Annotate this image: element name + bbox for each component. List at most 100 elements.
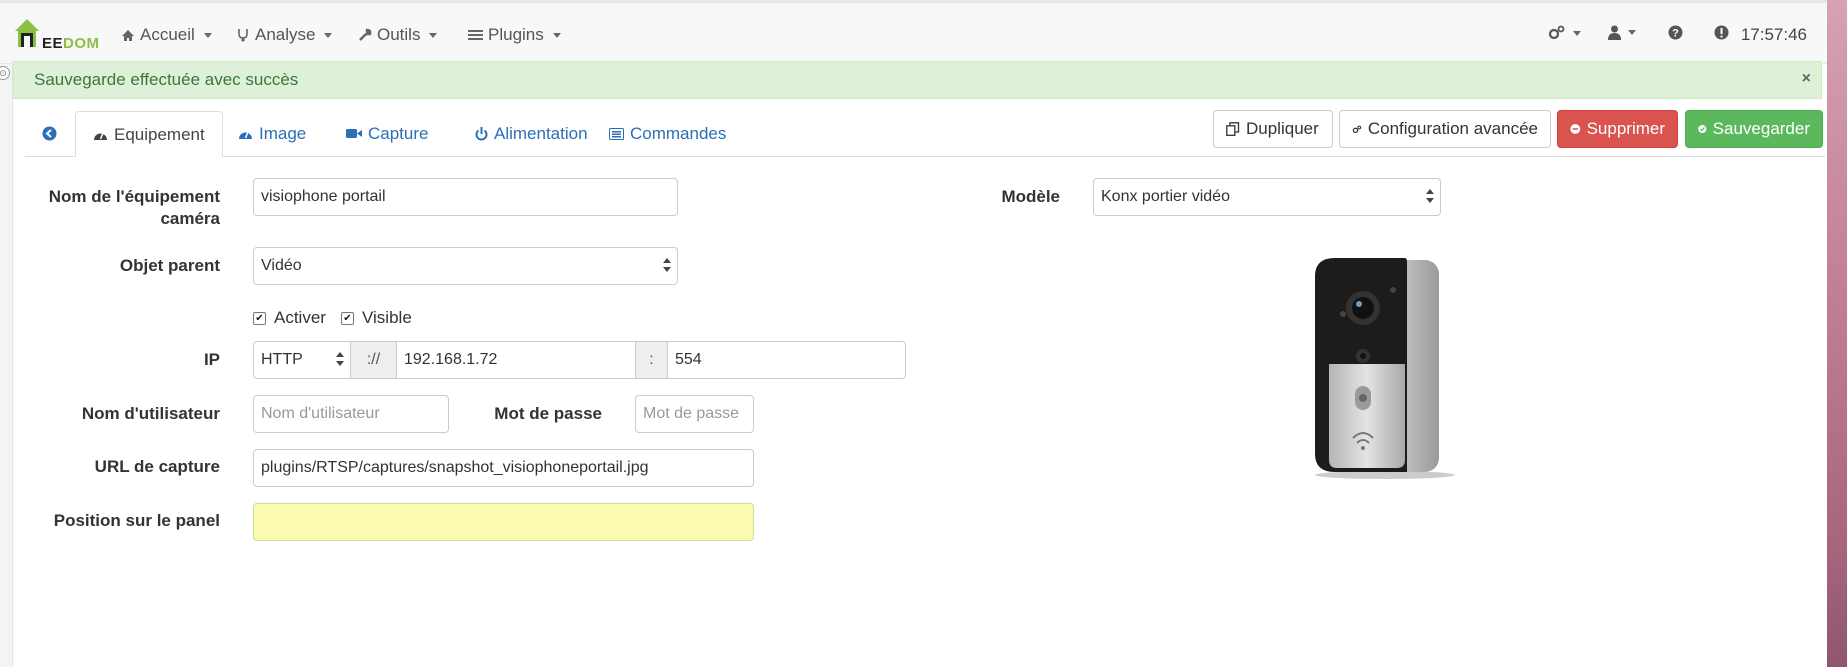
- parent-object-label: Objet parent: [119, 256, 220, 275]
- gears-icon: [1548, 25, 1565, 40]
- close-icon[interactable]: ×: [1802, 70, 1811, 88]
- svg-text:?: ?: [1672, 28, 1679, 40]
- parent-object-value: Vidéo: [261, 257, 302, 274]
- stethoscope-icon: [238, 29, 248, 42]
- username-label: Nom d'utilisateur: [81, 404, 220, 423]
- capture-url-label: URL de capture: [94, 457, 220, 476]
- collapse-icon[interactable]: ⊙: [0, 66, 10, 80]
- clock: 17:57:46: [1740, 25, 1807, 44]
- select-arrows-icon: [663, 258, 671, 274]
- panel-position-input[interactable]: [253, 503, 754, 541]
- delete-label: Supprimer: [1586, 119, 1665, 138]
- equipment-name-label: Nom de l'équipement caméra: [20, 186, 220, 230]
- protocol-value: HTTP: [261, 351, 303, 368]
- equipment-name-label-line2: caméra: [160, 209, 220, 228]
- top-navbar: EEDOM Accueil Analyse Outils Plugins ? 1…: [0, 0, 1827, 64]
- user-menu[interactable]: [1608, 25, 1636, 40]
- visible-checkbox[interactable]: ✔ Visible: [341, 308, 412, 328]
- tab-back[interactable]: [25, 111, 74, 156]
- menu-analyse-label: Analyse: [255, 25, 316, 44]
- list-icon: [468, 30, 483, 40]
- password-label: Mot de passe: [494, 404, 602, 423]
- equipment-name-label-line1: Nom de l'équipement: [48, 187, 220, 206]
- advanced-config-label: Configuration avancée: [1367, 119, 1538, 138]
- menu-analyse[interactable]: Analyse: [237, 25, 333, 45]
- activate-label: Activer: [274, 308, 326, 327]
- tab-capture-label: Capture: [368, 124, 429, 143]
- wrench-icon: [359, 28, 372, 41]
- tab-equipement[interactable]: Equipement: [75, 111, 223, 157]
- model-value: Konx portier vidéo: [1101, 188, 1230, 205]
- parent-object-select[interactable]: Vidéo: [253, 247, 678, 285]
- house-logo-icon: [15, 19, 39, 47]
- tab-bar: Equipement Image Capture Alimentation Co…: [25, 111, 1825, 157]
- success-alert: Sauvegarde effectuée avec succès ×: [13, 61, 1822, 99]
- chevron-down-icon: [552, 32, 561, 38]
- tab-image[interactable]: Image: [221, 111, 323, 156]
- alert-icon: [1714, 25, 1729, 40]
- checkbox-checked-icon: ✔: [341, 311, 354, 325]
- gears-icon: [1352, 125, 1362, 133]
- duplicate-label: Dupliquer: [1246, 119, 1319, 138]
- chevron-down-icon: [1628, 30, 1636, 35]
- capture-url-input[interactable]: plugins/RTSP/captures/snapshot_visiophon…: [253, 449, 754, 487]
- password-input[interactable]: Mot de passe: [635, 395, 754, 433]
- tab-commandes-label: Commandes: [630, 124, 727, 143]
- video-doorbell-image: [1315, 258, 1455, 479]
- username-placeholder: Nom d'utilisateur: [261, 405, 380, 422]
- chevron-down-icon: [429, 32, 438, 38]
- tab-commandes[interactable]: Commandes: [592, 111, 743, 156]
- panel-position-label: Position sur le panel: [53, 511, 220, 530]
- menu-plugins-label: Plugins: [488, 25, 544, 44]
- save-button[interactable]: Sauvegarder: [1685, 110, 1823, 148]
- scheme-separator: ://: [350, 341, 397, 379]
- settings-menu[interactable]: [1548, 25, 1581, 41]
- menu-accueil[interactable]: Accueil: [121, 25, 212, 45]
- equipment-name-input[interactable]: visiophone portail: [253, 178, 678, 216]
- tab-alimentation-label: Alimentation: [494, 124, 588, 143]
- tachometer-icon: [94, 132, 107, 140]
- menu-outils[interactable]: Outils: [358, 25, 438, 45]
- left-gutter: ⊙: [0, 0, 13, 667]
- checkbox-checked-icon: ✔: [253, 311, 266, 325]
- visible-label: Visible: [362, 308, 412, 327]
- ip-address-input[interactable]: 192.168.1.72: [396, 341, 636, 379]
- delete-button[interactable]: Supprimer: [1557, 110, 1678, 148]
- model-label: Modèle: [1001, 187, 1060, 206]
- home-icon: [122, 29, 134, 41]
- logo-text: EEDOM: [42, 35, 100, 52]
- list-alt-icon: [609, 127, 624, 140]
- tab-alimentation[interactable]: Alimentation: [458, 111, 605, 156]
- chevron-down-icon: [324, 32, 333, 38]
- save-label: Sauvegarder: [1712, 119, 1810, 138]
- minus-circle-icon: [1570, 124, 1581, 134]
- menu-accueil-label: Accueil: [140, 25, 195, 44]
- menu-outils-label: Outils: [377, 25, 421, 44]
- tachometer-icon: [239, 131, 252, 139]
- username-input[interactable]: Nom d'utilisateur: [253, 395, 449, 433]
- activate-checkbox[interactable]: ✔ Activer: [253, 308, 326, 328]
- duplicate-button[interactable]: Dupliquer: [1213, 110, 1333, 148]
- tab-capture[interactable]: Capture: [329, 111, 445, 156]
- copy-icon: [1226, 122, 1240, 136]
- back-arrow-icon: [42, 126, 57, 141]
- select-arrows-icon: [336, 352, 344, 368]
- model-select[interactable]: Konx portier vidéo: [1093, 178, 1441, 216]
- help-icon: ?: [1668, 25, 1683, 40]
- alert-button[interactable]: [1714, 25, 1729, 40]
- jeedom-logo[interactable]: EEDOM: [12, 15, 99, 55]
- tab-image-label: Image: [259, 124, 307, 143]
- protocol-select[interactable]: HTTP: [253, 341, 351, 379]
- advanced-config-button[interactable]: Configuration avancée: [1339, 110, 1551, 148]
- desktop-background: [1827, 0, 1847, 667]
- help-button[interactable]: ?: [1668, 25, 1683, 40]
- ip-label: IP: [203, 350, 220, 369]
- select-arrows-icon: [1426, 189, 1434, 205]
- user-icon: [1608, 25, 1621, 40]
- chevron-down-icon: [203, 32, 212, 38]
- menu-plugins[interactable]: Plugins: [468, 25, 561, 45]
- tab-equipement-label: Equipement: [114, 124, 205, 144]
- port-input[interactable]: 554: [667, 341, 906, 379]
- password-placeholder: Mot de passe: [643, 405, 740, 422]
- port-separator: :: [635, 341, 668, 379]
